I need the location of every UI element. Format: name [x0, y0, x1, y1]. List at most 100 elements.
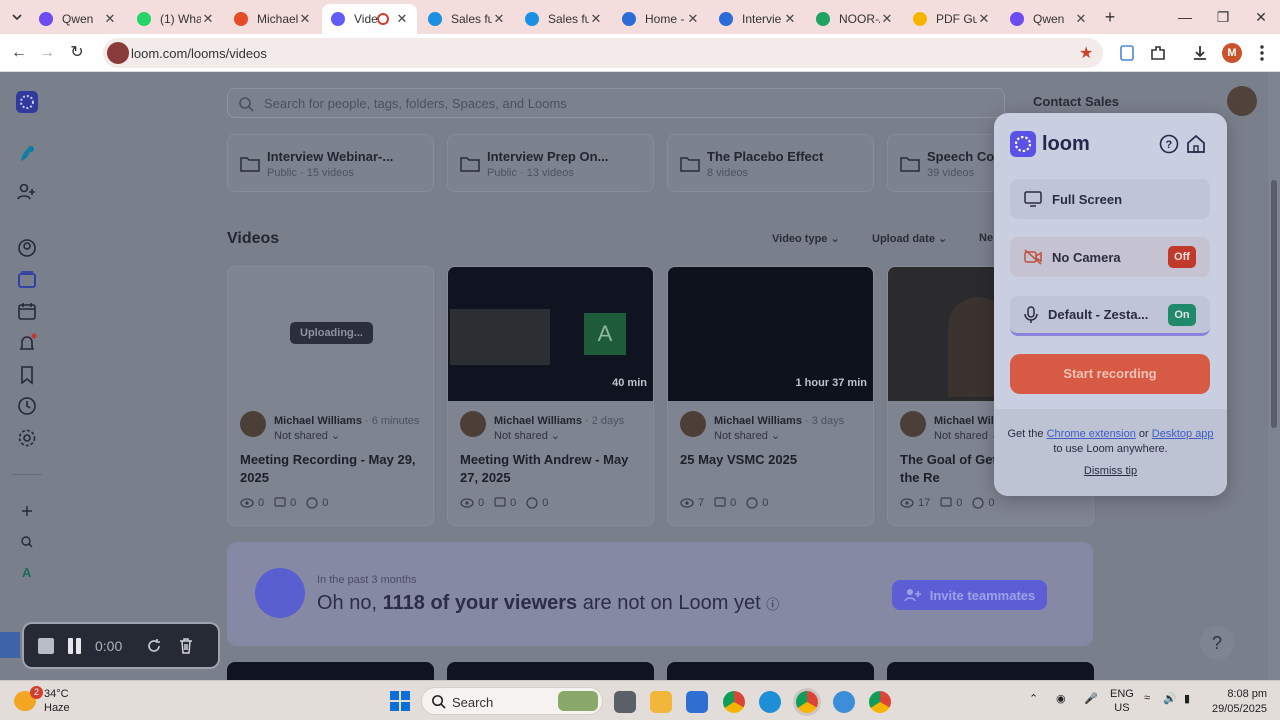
browser-tab[interactable]: PDF Gui✕ — [904, 4, 999, 34]
video-thumbnail[interactable]: Uploading... — [228, 267, 433, 401]
close-tab-icon[interactable]: ✕ — [783, 12, 797, 26]
tray-microphone-icon[interactable]: 🎤 — [1084, 692, 1098, 705]
video-card-partial[interactable] — [887, 662, 1094, 680]
browser-tab[interactable]: Intervie ✕ — [710, 4, 805, 34]
full-screen-option[interactable]: Full Screen — [1010, 179, 1210, 219]
dismiss-tip-link[interactable]: Dismiss tip — [994, 465, 1227, 477]
chrome-profile-icon[interactable] — [796, 691, 818, 713]
loom-logo-icon[interactable] — [16, 91, 38, 113]
help-icon[interactable]: ? — [1158, 133, 1180, 155]
browser-tab[interactable]: Qwen ✕ — [1001, 4, 1096, 34]
contact-sales-link[interactable]: Contact Sales — [1033, 94, 1119, 109]
upload-date-filter[interactable]: Upload date ⌄ — [872, 232, 947, 245]
notifications-bell-icon[interactable] — [16, 332, 38, 354]
video-title[interactable]: Meeting Recording - May 29, 2025 — [240, 451, 426, 487]
close-tab-icon[interactable]: ✕ — [201, 12, 215, 26]
home-icon[interactable] — [1185, 133, 1207, 155]
chrome-extension-link[interactable]: Chrome extension — [1047, 428, 1136, 440]
desktop-app-link[interactable]: Desktop app — [1152, 428, 1214, 440]
video-title[interactable]: 25 May VSMC 2025 — [680, 451, 866, 469]
library-icon[interactable] — [16, 269, 38, 291]
wifi-icon[interactable]: ≈ — [1144, 692, 1150, 704]
search-input[interactable]: Search for people, tags, folders, Spaces… — [227, 88, 1005, 118]
back-button[interactable]: ← — [8, 42, 30, 64]
windows-start-button[interactable] — [390, 691, 410, 711]
download-icon[interactable] — [1190, 43, 1210, 63]
close-tab-icon[interactable]: ✕ — [977, 12, 991, 26]
folder-card[interactable]: The Placebo Effect 8 videos — [667, 134, 874, 192]
video-card-partial[interactable] — [447, 662, 654, 680]
delete-trash-icon[interactable] — [177, 637, 195, 655]
browser-tab[interactable]: Sales fu ✕ — [516, 4, 611, 34]
site-info-icon[interactable] — [107, 42, 129, 64]
bookmark-icon[interactable] — [16, 364, 38, 386]
close-tab-icon[interactable]: ✕ — [103, 12, 117, 26]
video-card[interactable]: Uploading... Michael Williams · 6 minutes… — [227, 266, 434, 526]
camera-option[interactable]: No Camera Off — [1010, 237, 1210, 277]
calendar-icon[interactable] — [16, 300, 38, 322]
third-filter[interactable]: Ne — [979, 232, 993, 244]
browser-tab[interactable]: Vide ✕ — [322, 4, 417, 34]
more-menu-icon[interactable] — [1252, 43, 1272, 63]
close-tab-icon[interactable]: ✕ — [880, 12, 894, 26]
folder-card[interactable]: Interview Webinar-... Public · 15 videos — [227, 134, 434, 192]
extensions-puzzle-icon[interactable] — [1148, 43, 1168, 63]
weather-widget[interactable]: 2 34°C Haze — [14, 686, 94, 716]
reading-mode-icon[interactable] — [1117, 43, 1137, 63]
video-card[interactable]: 1 hour 37 min Michael Williams · 3 days No… — [667, 266, 874, 526]
video-title[interactable]: Meeting With Andrew - May 27, 2025 — [460, 451, 646, 487]
pause-recording-button[interactable] — [68, 637, 81, 654]
browser-app-icon[interactable] — [833, 691, 855, 713]
forward-button[interactable]: → — [36, 42, 58, 64]
history-clock-icon[interactable] — [16, 395, 38, 417]
scrollbar-thumb[interactable] — [1271, 180, 1277, 428]
browser-tab[interactable]: NOOR-A✕ — [807, 4, 902, 34]
volume-icon[interactable]: 🔊 — [1163, 692, 1177, 705]
taskbar-clock[interactable]: 8:08 pm 29/05/2025 — [1212, 687, 1267, 717]
chrome-app-icon[interactable] — [869, 691, 891, 713]
new-tab-button[interactable]: + — [1100, 7, 1120, 27]
microphone-option[interactable]: Default - Zesta... On — [1010, 296, 1210, 336]
microphone-on-toggle[interactable]: On — [1168, 303, 1196, 326]
close-tab-icon[interactable]: ✕ — [589, 12, 603, 26]
browser-tab[interactable]: Sales fu ✕ — [419, 4, 514, 34]
start-recording-button[interactable]: Start recording — [1010, 354, 1210, 394]
video-type-filter[interactable]: Video type ⌄ — [772, 232, 840, 245]
tray-chevron-icon[interactable]: ⌃ — [1029, 692, 1038, 705]
user-avatar[interactable] — [1227, 86, 1257, 116]
page-scrollbar[interactable] — [1268, 72, 1280, 680]
reload-button[interactable]: ↻ — [66, 42, 88, 64]
info-icon[interactable]: ⓘ — [766, 597, 779, 612]
tray-app-icon[interactable]: ◉ — [1056, 692, 1066, 705]
add-user-icon[interactable] — [16, 181, 38, 203]
add-icon[interactable] — [16, 500, 38, 522]
profile-avatar[interactable]: M — [1222, 43, 1242, 63]
camera-off-toggle[interactable]: Off — [1168, 246, 1196, 268]
share-status-dropdown[interactable]: Not shared ⌄ — [494, 429, 560, 442]
workspace-logo-icon[interactable] — [16, 143, 38, 165]
stop-recording-button[interactable] — [38, 637, 54, 654]
bookmark-star-icon[interactable]: ★ — [1079, 43, 1093, 63]
settings-gear-icon[interactable] — [16, 427, 38, 449]
browser-tab[interactable]: Qwen ✕ — [30, 4, 125, 34]
microsoft-store-icon[interactable] — [686, 691, 708, 713]
profile-icon[interactable] — [16, 237, 38, 259]
battery-icon[interactable]: ▮ — [1184, 692, 1190, 705]
task-view-icon[interactable] — [614, 691, 636, 713]
browser-tab[interactable]: Michael ✕ — [225, 4, 320, 34]
video-thumbnail[interactable]: A 40 min — [448, 267, 653, 401]
folder-card[interactable]: Interview Prep On... Public · 13 videos — [447, 134, 654, 192]
video-card-partial[interactable] — [227, 662, 434, 680]
share-status-dropdown[interactable]: Not shared ⌄ — [714, 429, 780, 442]
workspace-a-icon[interactable]: A — [16, 561, 38, 583]
file-explorer-icon[interactable] — [650, 691, 672, 713]
help-button[interactable]: ? — [1200, 626, 1234, 660]
invite-teammates-button[interactable]: Invite teammates — [892, 580, 1047, 610]
share-status-dropdown[interactable]: Not shared ⌄ — [274, 429, 340, 442]
share-status-dropdown[interactable]: Not shared ⌄ — [934, 429, 1000, 442]
language-indicator[interactable]: ENG US — [1110, 687, 1134, 715]
close-tab-icon[interactable]: ✕ — [686, 12, 700, 26]
restart-icon[interactable] — [145, 637, 163, 655]
video-card-partial[interactable] — [667, 662, 874, 680]
browser-tab[interactable]: (1) What✕ — [128, 4, 223, 34]
